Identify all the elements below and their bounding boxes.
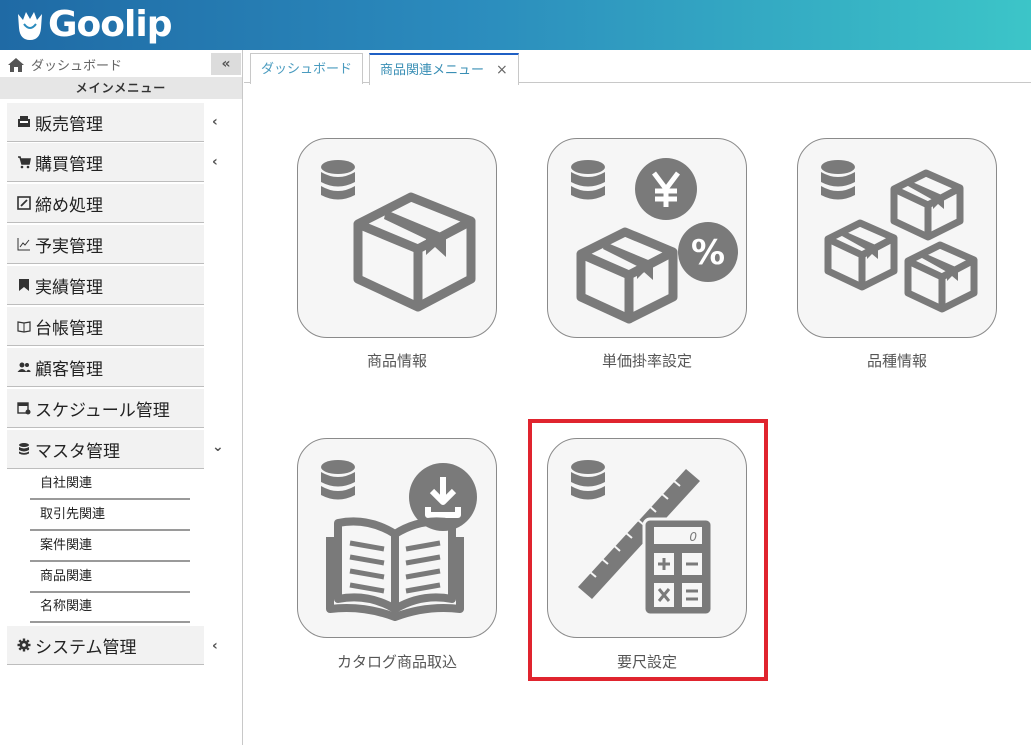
catalog-import-icon: [321, 460, 477, 621]
line-chart-icon: [17, 238, 30, 251]
sidebar-item-label: システム管理: [35, 637, 137, 658]
chevron-down-icon[interactable]: ⌄: [212, 439, 224, 455]
book-icon: [17, 321, 31, 333]
sidebar-collapse-button[interactable]: «: [211, 53, 241, 75]
sidebar-item-system[interactable]: システム管理: [7, 626, 204, 665]
product-box-icon: [321, 160, 476, 312]
tab-product-menu[interactable]: 商品関連メニュー ×: [369, 53, 519, 85]
tile-price-rate[interactable]: %: [547, 138, 747, 338]
tulip-logo-icon: [18, 12, 42, 40]
sidebar-item-label: 実績管理: [35, 277, 103, 298]
sidebar: ダッシュボード « メインメニュー 販売管理 ‹ 購買管理 ‹ 締め処理 予実管…: [0, 50, 243, 745]
gear-icon: [17, 638, 31, 652]
sidebar-item-results[interactable]: 実績管理: [7, 266, 204, 305]
register-icon: [18, 116, 30, 127]
sidebar-item-label: マスタ管理: [35, 441, 120, 462]
highlight-box: [528, 419, 768, 681]
sidebar-item-label: スケジュール管理: [35, 400, 170, 421]
sidebar-subitem-projects[interactable]: 案件関連: [30, 532, 190, 562]
database-icon: [19, 443, 29, 455]
sidebar-item-ledger[interactable]: 台帳管理: [7, 307, 204, 346]
tile-variety-info[interactable]: [797, 138, 997, 338]
bookmark-icon: [19, 279, 29, 291]
sidebar-section-title: メインメニュー: [0, 77, 242, 99]
sidebar-subitem-company[interactable]: 自社関連: [30, 470, 190, 500]
tab-label: ダッシュボード: [261, 62, 353, 77]
chevron-left-icon[interactable]: ‹: [212, 114, 218, 130]
sidebar-item-purchase[interactable]: 購買管理: [7, 143, 204, 182]
sidebar-subitem-partners[interactable]: 取引先関連: [30, 501, 190, 531]
calendar-icon: [17, 402, 31, 415]
tile-label: 単価掛率設定: [601, 352, 692, 370]
tab-dashboard[interactable]: ダッシュボード: [250, 53, 364, 84]
sidebar-subitem-names[interactable]: 名称関連: [30, 593, 190, 623]
home-icon: [8, 57, 24, 72]
chevron-left-icon[interactable]: ‹: [212, 638, 218, 654]
svg-text:%: %: [691, 233, 725, 273]
sidebar-item-label: 購買管理: [35, 154, 103, 175]
sidebar-item-customers[interactable]: 顧客管理: [7, 348, 204, 387]
sidebar-home-label: ダッシュボード: [31, 59, 123, 74]
users-icon: [17, 362, 31, 372]
sidebar-item-closing[interactable]: 締め処理: [7, 184, 204, 223]
chevron-left-icon[interactable]: ‹: [212, 154, 218, 170]
sidebar-item-budget[interactable]: 予実管理: [7, 225, 204, 264]
logo[interactable]: Goolip: [14, 4, 172, 46]
tile-catalog-import[interactable]: [297, 438, 497, 638]
sidebar-item-master[interactable]: マスタ管理: [7, 430, 204, 469]
app-window: Goolip ダッシュボード « メインメニュー 販売管理 ‹ 購買管理 ‹ 締…: [0, 0, 1031, 745]
tile-label: 品種情報: [866, 352, 927, 370]
price-rate-icon: %: [571, 158, 738, 324]
cart-icon: [18, 156, 31, 169]
sidebar-item-label: 販売管理: [35, 114, 103, 135]
tab-label: 商品関連メニュー: [380, 63, 485, 78]
logo-text: Goolip: [48, 4, 172, 45]
sidebar-item-label: 予実管理: [35, 236, 103, 257]
tab-bar: ダッシュボード 商品関連メニュー ×: [244, 50, 1031, 85]
tile-label: 商品情報: [366, 352, 427, 370]
tile-label: カタログ商品取込: [336, 653, 457, 671]
sidebar-top: ダッシュボード «: [0, 50, 242, 76]
app-header: Goolip: [0, 0, 1031, 50]
sidebar-home-link[interactable]: ダッシュボード: [7, 55, 122, 74]
tile-product-info[interactable]: [297, 138, 497, 338]
sidebar-subitem-products[interactable]: 商品関連: [30, 563, 190, 593]
sidebar-item-label: 顧客管理: [35, 359, 103, 380]
sidebar-item-sales[interactable]: 販売管理: [7, 103, 204, 142]
edit-box-icon: [17, 196, 31, 210]
multi-box-icon: [821, 160, 978, 313]
sidebar-item-schedule[interactable]: スケジュール管理: [7, 389, 204, 428]
sidebar-item-label: 台帳管理: [35, 318, 103, 339]
close-icon[interactable]: ×: [496, 62, 508, 78]
sidebar-item-label: 締め処理: [35, 195, 103, 216]
